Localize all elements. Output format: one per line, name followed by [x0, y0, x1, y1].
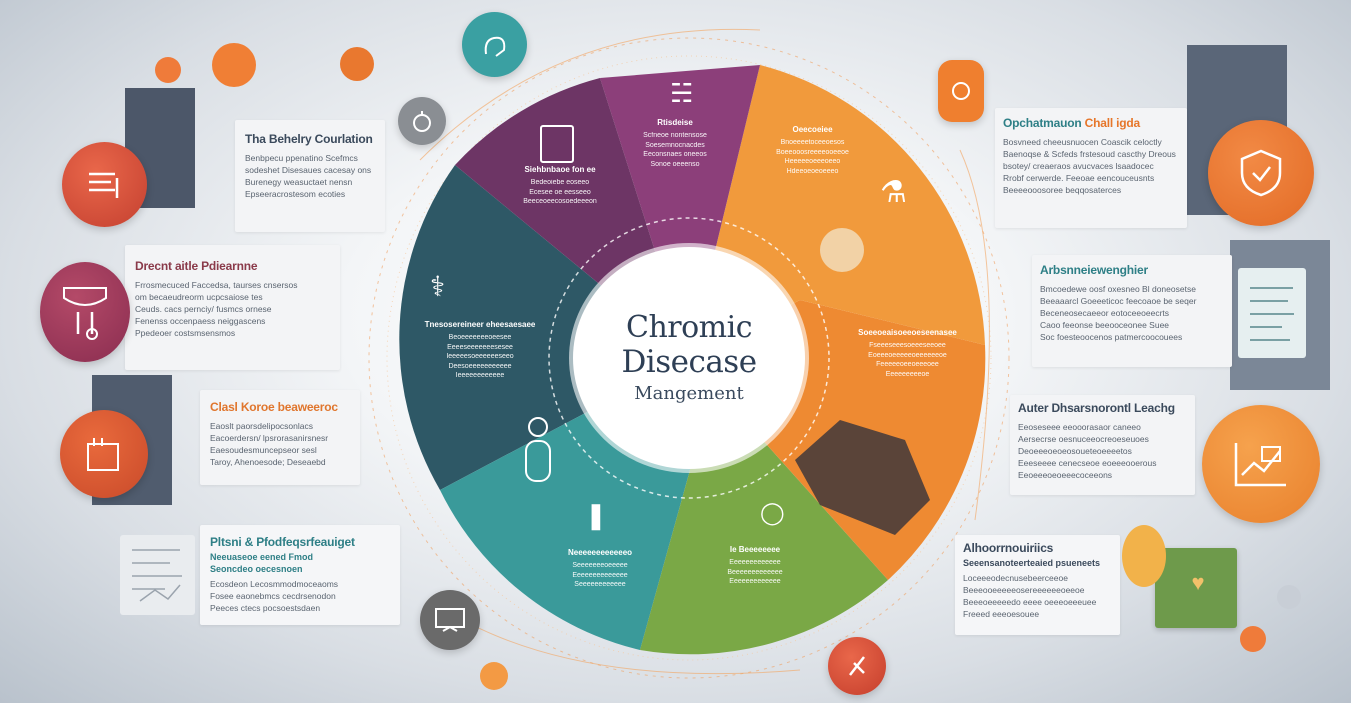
segment-teal-bottom-heading: Neeeeeeeeeeeeo: [567, 548, 633, 557]
segment-orange-top-heading: Oeecoeiee: [792, 125, 833, 134]
segment-teal-left-line: Eeeeseeeeeeesesee: [447, 343, 513, 351]
segment-purple-line: Ecesee oe eesseeo: [529, 188, 591, 196]
segment-orange-right-line: Feeeeeoeeoeeeoee: [876, 361, 939, 368]
segment-violet-line: Eeconsnaes oneeos: [643, 151, 707, 158]
center-title: Chromic Disecase Mangement: [573, 247, 805, 469]
segment-orange-right-line: Eoeeeoeeeeeoeeeeeeoe: [868, 351, 947, 359]
title-line-1: Chromic: [625, 309, 753, 345]
graph-icon: [1202, 405, 1320, 523]
segment-orange-right-text: Soeeoeaisoeeoeseenasee Fseeeseeesoeeesee…: [845, 328, 970, 379]
bar-chart-icon: [62, 142, 147, 227]
segment-violet-line: Soesemnocnacdes: [645, 141, 705, 149]
segment-violet-text: Rtisdeise Scfneoe nontensose Soesemnocna…: [625, 118, 725, 169]
segment-violet-line: Sonoe oeeenso: [650, 160, 700, 168]
segment-teal-left-line: Beoeeeeeeeoeesee: [448, 334, 512, 341]
dot-orange: [340, 47, 374, 81]
bottle-icon: ☵: [670, 78, 694, 108]
segment-teal-left-line: Deesoeeeeeeeeeee: [448, 362, 512, 370]
medical-kit-icon: [40, 262, 130, 362]
title-line-3: Mangement: [634, 382, 744, 404]
chart-board-icon: [60, 410, 148, 498]
segment-orange-right-line: Eeeeeeeeeoe: [885, 370, 930, 378]
title-line-2: Disecase: [621, 343, 757, 380]
dot-orange: [155, 57, 181, 83]
dot-orange: [480, 662, 508, 690]
infographic-canvas: Tha Behelry Courlation Benbpecu ppenatin…: [0, 0, 1351, 703]
dot-orange: [1240, 626, 1266, 652]
presentation-icon: [420, 590, 480, 650]
lamp-top-icon: [938, 60, 984, 122]
segment-purple-line: Beeceoeecosoedeeeon: [523, 198, 597, 205]
segment-teal-left-heading: Tnesosereineer eheesaesaee: [424, 320, 536, 329]
segment-teal-left-line: Ieeeeesoeeeeeeseeo: [446, 353, 514, 360]
segment-teal-bottom-line: Seeeeeeeoeeeee: [572, 562, 628, 569]
segment-teal-left-line: Ieeeeeeeeeeee: [455, 372, 505, 379]
pill-icon: ❚: [585, 500, 607, 530]
shield-badge-icon: [1208, 120, 1314, 226]
segment-green-line: Beeeeeeeeeeeee: [727, 568, 783, 576]
segment-teal-bottom-line: Eeeeeeeeeeeeee: [572, 571, 628, 579]
segment-green-line: Eeeeeeeeeeeee: [729, 578, 781, 585]
shield-icon: ◯: [760, 500, 785, 525]
segment-purple-heading: Siehbnbaoe fon ee: [524, 165, 596, 174]
segment-teal-bottom-text: Neeeeeeeeeeeeo Seeeeeeeoeeeee Eeeeeeeeee…: [550, 548, 650, 590]
segment-orange-right-heading: Soeeoeaisoeeoeseenasee: [858, 328, 957, 337]
segment-orange-top-line: Bnoeeeetoceeoesos: [780, 139, 845, 146]
apple-icon: [398, 97, 446, 145]
segment-teal-left-text: Tnesosereineer eheesaesaee Beoeeeeeeeoee…: [410, 320, 550, 381]
lamp-icon: [820, 228, 864, 272]
segment-violet-line: Scfneoe nontensose: [643, 132, 707, 139]
segment-orange-top-text: Oeecoeiee Bnoeeeetoceeoesos Boeeooosreee…: [755, 125, 870, 176]
segment-green-line: Eeeeeeeeeeeee: [729, 559, 781, 566]
segment-violet-heading: Rtisdeise: [657, 118, 693, 127]
segment-orange-top-line: Hdeeoeoeoeeeo: [786, 167, 839, 175]
person-icon: [520, 415, 556, 487]
segment-purple-text: Siehbnbaoe fon ee Bedeoiebe eoseeo Ecese…: [505, 165, 615, 207]
segment-purple-line: Bedeoiebe eoseeo: [530, 179, 590, 186]
hand-icon: [462, 12, 527, 77]
dot-yellow: [1122, 525, 1166, 587]
flask-icon: ⚗: [880, 176, 907, 209]
stethoscope-icon: ⚕: [430, 271, 446, 302]
segment-teal-bottom-line: Seeeeeeeeeeee: [574, 581, 626, 588]
segment-orange-right-line: Fseeeseeesoeeeseeoee: [869, 342, 946, 349]
segment-orange-top-line: Heeeeeoeeeoeeo: [784, 158, 841, 165]
leaf-icon: [828, 637, 886, 695]
document-icon: [540, 125, 574, 163]
segment-orange-top-line: Boeeooosreeeeooeeoe: [776, 148, 849, 156]
dot-orange: [212, 43, 256, 87]
segment-green-heading: Ie Beeeeeeee: [729, 545, 781, 554]
dot-grey: [1277, 585, 1301, 609]
segment-green-text: Ie Beeeeeeee Eeeeeeeeeeeee Beeeeeeeeeeee…: [705, 545, 805, 587]
